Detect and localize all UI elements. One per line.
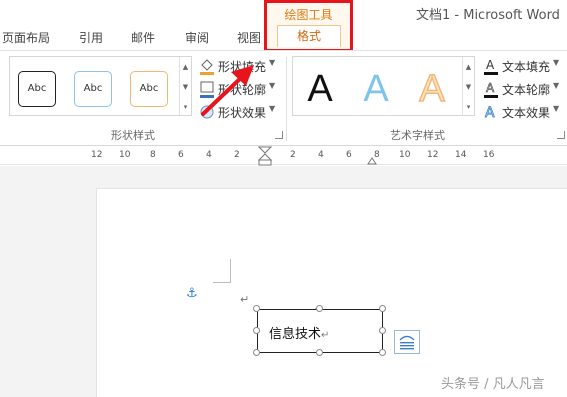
paragraph-mark: ↵ [321, 330, 330, 341]
wordart-styles-dialog-launcher-icon[interactable] [557, 131, 565, 139]
wordart-style-black[interactable]: A [301, 67, 339, 111]
resize-handle-bottom-left[interactable] [253, 349, 260, 356]
shape-style-black[interactable]: Abc [18, 71, 56, 107]
wordart-styles-scrollbar[interactable]: ▲ ▼ ▾ [462, 57, 474, 115]
resize-handle-left[interactable] [253, 327, 260, 334]
ribbon: Abc Abc Abc ▲ ▼ ▾ 形状填充 ▼ 形状轮廓 ▼ 形状效果 ▼ 形… [0, 50, 567, 146]
resize-handle-bottom[interactable] [316, 349, 323, 356]
group-divider [286, 57, 287, 141]
ruler-number: 8 [150, 150, 156, 160]
title-bar: 文档1 - Microsoft Word 页面布局 引用 邮件 审阅 视图 绘图… [0, 0, 567, 52]
ruler-number: 16 [483, 150, 495, 160]
indent-marker-icon[interactable] [258, 146, 272, 167]
ruler-number: 4 [206, 150, 212, 160]
svg-text:A: A [486, 81, 495, 95]
text-effects-icon: A [483, 103, 499, 122]
window-title: 文档1 - Microsoft Word [416, 8, 560, 23]
paragraph-mark: ↵ [240, 293, 250, 306]
shape-effects-icon [199, 103, 215, 121]
chevron-down-icon: ▼ [269, 81, 276, 90]
horizontal-ruler[interactable]: 12 10 8 6 4 2 2 4 6 8 10 12 14 16 [0, 146, 567, 167]
more-styles-icon[interactable]: ▾ [180, 97, 191, 117]
anchor-icon: ⚓ [186, 286, 198, 301]
chevron-down-icon: ▼ [553, 58, 560, 67]
ruler-number: 14 [455, 150, 467, 160]
shape-styles-group-label: 形状样式 [111, 129, 155, 142]
drawing-tools-label: 绘图工具 [284, 8, 333, 22]
svg-text:A: A [486, 58, 495, 72]
selected-text-box[interactable]: 信息技术↵ [257, 309, 383, 353]
shape-styles-scrollbar[interactable]: ▲ ▼ ▾ [179, 57, 191, 115]
wordart-styles-group-label: 艺术字样式 [390, 129, 445, 142]
ruler-number: 2 [290, 150, 296, 160]
tab-references[interactable]: 引用 [79, 29, 103, 46]
document-area[interactable]: ⚓ ↵ 信息技术↵ [0, 166, 567, 397]
wordart-style-orange-outline[interactable]: A [413, 67, 451, 111]
text-box-content[interactable]: 信息技术↵ [269, 323, 329, 342]
scroll-up-icon[interactable]: ▲ [463, 57, 474, 77]
resize-handle-top[interactable] [316, 305, 323, 312]
wordart-styles-gallery: A A A ▲ ▼ ▾ [292, 56, 475, 116]
tab-page-layout[interactable]: 页面布局 [2, 29, 50, 46]
scroll-up-icon[interactable]: ▲ [180, 57, 191, 77]
chevron-down-icon: ▼ [553, 104, 560, 113]
scroll-down-icon[interactable]: ▼ [180, 77, 191, 97]
resize-handle-top-right[interactable] [379, 305, 386, 312]
layout-options-icon[interactable] [394, 330, 420, 354]
ruler-number: 4 [318, 150, 324, 160]
shape-style-blue[interactable]: Abc [74, 71, 112, 107]
resize-handle-bottom-right[interactable] [379, 349, 386, 356]
ruler-number: 6 [346, 150, 352, 160]
ruler-number: 12 [91, 150, 103, 160]
shape-styles-dialog-launcher-icon[interactable] [275, 131, 283, 139]
tab-mailings[interactable]: 邮件 [131, 29, 155, 46]
ruler-number: 6 [178, 150, 184, 160]
text-fill-icon: A [483, 57, 499, 75]
resize-handle-top-left[interactable] [253, 305, 260, 312]
paint-bucket-icon [199, 57, 215, 75]
chevron-down-icon: ▼ [553, 81, 560, 90]
chevron-down-icon: ▼ [269, 104, 276, 113]
tab-view[interactable]: 视图 [237, 29, 261, 46]
document-page[interactable]: ⚓ ↵ 信息技术↵ [96, 188, 567, 397]
svg-text:A: A [485, 105, 495, 121]
right-indent-marker-icon[interactable] [367, 155, 377, 165]
ruler-number: 10 [399, 150, 411, 160]
scroll-down-icon[interactable]: ▼ [463, 77, 474, 97]
ruler-number: 10 [119, 150, 131, 160]
chevron-down-icon: ▼ [269, 58, 276, 67]
ruler-number: 12 [427, 150, 439, 160]
tab-review[interactable]: 审阅 [185, 29, 209, 46]
wordart-style-blue[interactable]: A [357, 67, 395, 111]
resize-handle-right[interactable] [379, 327, 386, 334]
tab-format[interactable]: 格式 [277, 25, 341, 47]
shape-style-orange[interactable]: Abc [130, 71, 168, 107]
pencil-outline-icon [199, 80, 215, 98]
drawing-tools-context-highlight: 绘图工具 格式 [264, 0, 353, 52]
text-outline-icon: A [483, 80, 499, 98]
ruler-number: 2 [234, 150, 240, 160]
more-styles-icon[interactable]: ▾ [463, 97, 474, 117]
watermark-text: 头条号 / 凡人凡言 [441, 377, 545, 392]
shape-styles-gallery: Abc Abc Abc ▲ ▼ ▾ [9, 56, 192, 116]
margin-corner-mark [213, 259, 231, 283]
